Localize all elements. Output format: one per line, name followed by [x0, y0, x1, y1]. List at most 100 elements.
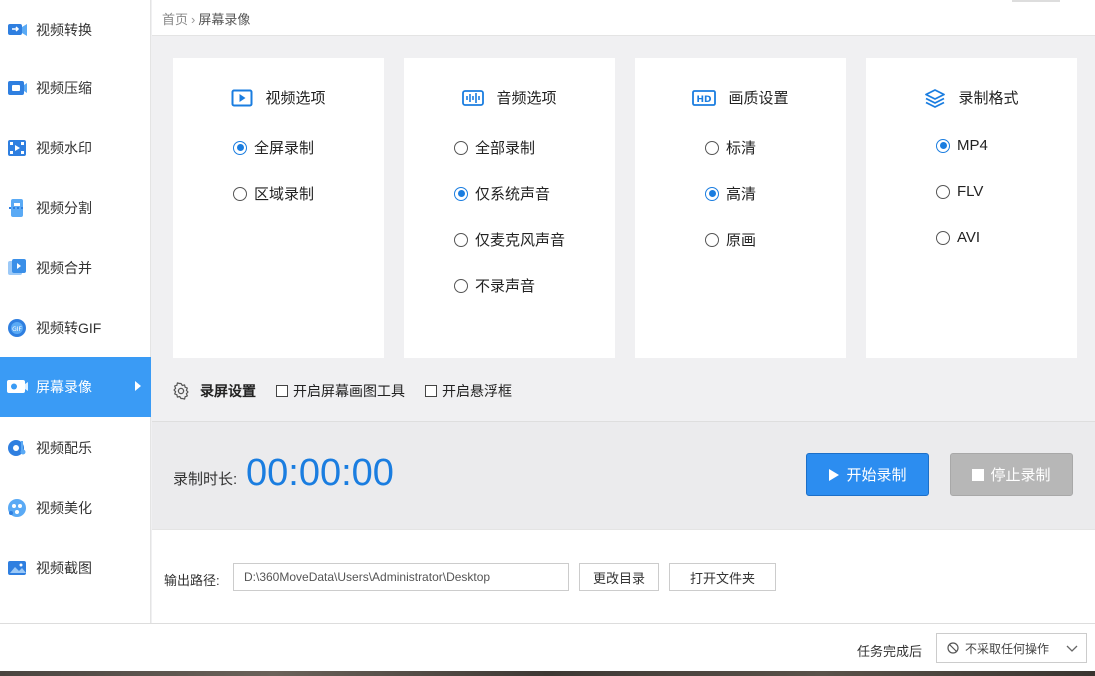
- sidebar-item-label: 视频合并: [36, 260, 92, 276]
- radio-no-audio[interactable]: 不录声音: [454, 275, 535, 296]
- button-label: 开始录制: [846, 467, 907, 484]
- record-settings-title: 录屏设置: [200, 383, 256, 399]
- radio-dot: [454, 232, 468, 247]
- radio-dot: [233, 186, 247, 201]
- radio-label: 区域录制: [254, 186, 315, 203]
- radio-label: MP4: [957, 137, 988, 154]
- radio-format-mp4[interactable]: MP4: [936, 137, 988, 154]
- radio-dot: [936, 184, 950, 199]
- radio-dot: [454, 140, 468, 155]
- radio-quality-sd[interactable]: 标清: [705, 137, 756, 158]
- checkbox-floating-window[interactable]: 开启悬浮框: [425, 381, 512, 401]
- video-beautify-icon: [6, 497, 28, 519]
- play-box-icon: [231, 89, 253, 107]
- layers-icon: [924, 88, 946, 108]
- breadcrumb-home[interactable]: 首页: [162, 12, 188, 27]
- change-directory-button[interactable]: 更改目录: [579, 563, 659, 591]
- sidebar-item-label: 视频美化: [36, 500, 92, 516]
- radio-quality-hd[interactable]: 高清: [705, 183, 756, 204]
- audio-wave-icon: [462, 89, 485, 107]
- radio-quality-original[interactable]: 原画: [705, 229, 756, 250]
- radio-label: AVI: [957, 229, 981, 246]
- sidebar-item-label: 视频压缩: [36, 80, 92, 96]
- after-task-select[interactable]: 不采取任何操作: [936, 633, 1087, 663]
- card-header: 音频选项: [404, 87, 615, 108]
- hd-icon: HD: [692, 89, 717, 106]
- output-path-field[interactable]: [233, 563, 569, 591]
- breadcrumb: 首页 › 屏幕录像: [162, 9, 250, 28]
- card-title: 录制格式: [958, 90, 1019, 107]
- open-folder-button[interactable]: 打开文件夹: [669, 563, 776, 591]
- video-convert-icon: [6, 19, 28, 41]
- chevron-right-icon: [135, 381, 141, 391]
- top-divider: [1012, 0, 1060, 2]
- ban-icon: [947, 642, 959, 654]
- sidebar-item-label: 视频转GIF: [36, 320, 102, 336]
- checkbox-box: [276, 385, 288, 397]
- radio-label: 不录声音: [475, 278, 536, 295]
- sidebar-item-video-watermark[interactable]: 视频水印: [0, 118, 151, 178]
- video-watermark-icon: [6, 137, 28, 159]
- radio-region[interactable]: 区域录制: [233, 183, 314, 204]
- after-task-value: 不采取任何操作: [965, 641, 1050, 656]
- output-area: 输出路径: 更改目录 打开文件夹: [152, 529, 1095, 623]
- svg-text:HD: HD: [697, 95, 712, 105]
- radio-dot: [936, 138, 950, 153]
- sidebar-item-video-beautify[interactable]: 视频美化: [0, 478, 151, 538]
- play-icon: [828, 468, 840, 482]
- stop-icon: [972, 468, 985, 481]
- quality-settings-card: HD 画质设置 标清 高清 原画: [635, 58, 846, 358]
- breadcrumb-current: 屏幕录像: [198, 12, 251, 27]
- sidebar-item-screen-record[interactable]: 屏幕录像: [0, 357, 151, 417]
- radio-label: 全屏录制: [254, 140, 315, 157]
- radio-dot: [705, 140, 719, 155]
- radio-dot: [705, 232, 719, 247]
- radio-label: 仅麦克风声音: [475, 232, 566, 249]
- sidebar-item-video-split[interactable]: 视频分割: [0, 178, 151, 238]
- svg-text:GIF: GIF: [12, 326, 22, 333]
- radio-label: 高清: [726, 186, 757, 203]
- video-compress-icon: [6, 77, 28, 99]
- stop-record-button[interactable]: 停止录制: [950, 453, 1073, 496]
- radio-label: 标清: [726, 140, 757, 157]
- sidebar-item-video-screenshot[interactable]: 视频截图: [0, 538, 151, 598]
- radio-mic-audio[interactable]: 仅麦克风声音: [454, 229, 565, 250]
- checkbox-box: [425, 385, 437, 397]
- bottom-bar: 任务完成后 不采取任何操作: [0, 623, 1095, 671]
- after-task-label: 任务完成后: [857, 644, 923, 659]
- record-settings-row: 录屏设置 开启屏幕画图工具 开启悬浮框: [172, 381, 532, 401]
- sidebar-item-video-compress[interactable]: 视频压缩: [0, 58, 151, 118]
- card-header: 录制格式: [866, 87, 1077, 108]
- radio-format-flv[interactable]: FLV: [936, 183, 983, 200]
- sidebar: 视频转换 视频压缩 视频水印 视频分割 视频合并 GIF 视频转GIF 屏幕录像…: [0, 0, 151, 623]
- checkbox-label: 开启悬浮框: [442, 383, 512, 399]
- sidebar-item-label: 视频截图: [36, 560, 92, 576]
- sidebar-item-video-merge[interactable]: 视频合并: [0, 238, 151, 298]
- timer-value: 00:00:00: [246, 452, 394, 494]
- video-options-card: 视频选项 全屏录制 区域录制: [173, 58, 384, 358]
- gear-icon: [172, 382, 190, 400]
- video-screenshot-icon: [6, 557, 28, 579]
- radio-format-avi[interactable]: AVI: [936, 229, 980, 246]
- radio-dot: [454, 278, 468, 293]
- video-music-icon: [6, 437, 28, 459]
- card-title: 画质设置: [728, 90, 789, 107]
- radio-fullscreen[interactable]: 全屏录制: [233, 137, 314, 158]
- sidebar-item-video-convert[interactable]: 视频转换: [0, 0, 151, 60]
- video-merge-icon: [6, 257, 28, 279]
- radio-system-audio[interactable]: 仅系统声音: [454, 183, 550, 204]
- checkbox-draw-tool[interactable]: 开启屏幕画图工具: [276, 381, 405, 401]
- breadcrumb-separator: ›: [191, 12, 196, 27]
- options-area: 视频选项 全屏录制 区域录制 音频选项 全部录制 仅系统声音 仅麦克风声音 不录…: [152, 37, 1095, 421]
- card-title: 音频选项: [496, 90, 557, 107]
- radio-label: 原画: [726, 232, 757, 249]
- button-label: 停止录制: [990, 467, 1051, 484]
- output-path-label: 输出路径:: [164, 573, 220, 588]
- record-format-card: 录制格式 MP4 FLV AVI: [866, 58, 1077, 358]
- sidebar-item-video-gif[interactable]: GIF 视频转GIF: [0, 298, 151, 358]
- chevron-down-icon: [1066, 643, 1078, 653]
- radio-all-audio[interactable]: 全部录制: [454, 137, 535, 158]
- start-record-button[interactable]: 开始录制: [806, 453, 929, 496]
- sidebar-item-video-music[interactable]: 视频配乐: [0, 418, 151, 478]
- card-title: 视频选项: [265, 90, 326, 107]
